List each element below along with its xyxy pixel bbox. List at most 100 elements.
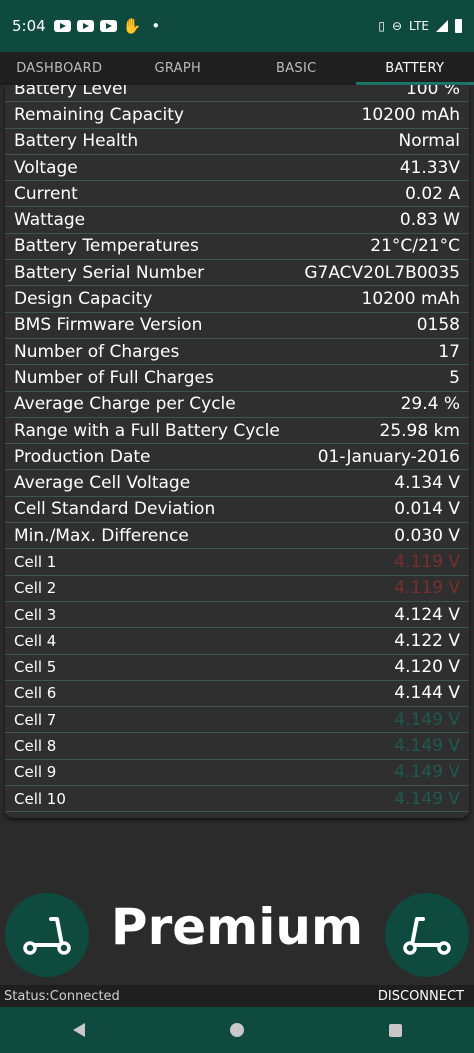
connection-status: Status:Connected [4,988,120,1004]
row-label: Number of Full Charges [14,367,214,388]
row-label: Number of Charges [14,341,180,362]
row-label: Range with a Full Battery Cycle [14,420,280,441]
row-label: Production Date [14,446,151,467]
row-battery-temperatures: Battery Temperatures 21°C/21°C [5,234,469,261]
row-voltage: Voltage 41.33V [5,155,469,182]
row-cell-2: Cell 2 4.119 V [5,576,469,602]
row-value: 4.149 V [394,788,460,809]
row-value: 10200 mAh [361,289,460,310]
row-label: Cell 10 [14,789,66,808]
tab-dashboard[interactable]: DASHBOARD [0,52,119,85]
row-value: 4.149 V [394,709,460,730]
row-design-capacity: Design Capacity 10200 mAh [5,286,469,313]
row-value: Normal [398,131,460,152]
row-avg-charge-per-cycle: Average Charge per Cycle 29.4 % [5,392,469,418]
row-label: Voltage [14,157,78,178]
premium-label[interactable]: Premium [95,898,379,956]
back-icon[interactable] [72,1023,85,1037]
row-serial-number: Battery Serial Number G7ACV20L7B0035 [5,260,469,287]
battery-info-list: Battery Level 100 % Remaining Capacity 102… [5,85,469,813]
row-cell-7: Cell 7 4.149 V [5,707,469,734]
row-label: Cell 8 [14,737,57,756]
row-value: 29.4 % [400,394,460,415]
home-icon[interactable] [229,1023,244,1037]
youtube-icon [99,20,117,32]
row-battery-health: Battery Health Normal [5,129,469,155]
recents-icon[interactable] [388,1023,402,1037]
row-value: 5 [449,367,460,388]
row-label: Cell 7 [14,710,57,729]
status-bar: 5:04 ✋ • ▯ ⊖ LTE [0,0,474,52]
row-cell-9: Cell 9 4.149 V [5,760,469,787]
row-value: 0.83 W [399,210,460,231]
row-value: 0.02 A [405,183,460,204]
row-label: Average Charge per Cycle [14,394,236,415]
row-avg-cell-voltage: Average Cell Voltage 4.134 V [5,470,469,497]
row-cell-8: Cell 8 4.149 V [5,733,469,760]
dot-icon: • [151,17,161,35]
clock: 5:04 [12,17,46,35]
row-cell-1: Cell 1 4.119 V [5,549,469,576]
row-value: 100 % [405,85,460,99]
tab-basic[interactable]: BASIC [237,52,356,85]
row-value: 4.149 V [394,762,460,783]
row-value: 4.119 V [394,551,460,572]
premium-area: Premium [0,880,474,985]
row-label: Battery Health [14,131,139,152]
row-label: Cell 3 [14,605,57,624]
scooter-button-left[interactable] [5,893,89,977]
row-label: Average Cell Voltage [14,473,191,494]
row-production-date: Production Date 01-January-2016 [5,444,469,471]
tab-graph[interactable]: GRAPH [119,52,238,85]
tab-bar: DASHBOARD GRAPH BASIC BATTERY [0,52,474,85]
row-label: Cell 5 [14,658,57,677]
row-number-of-charges: Number of Charges 17 [5,339,469,366]
row-label: Min./Max. Difference [14,525,189,546]
row-value: G7ACV20L7B0035 [304,262,460,283]
row-value: 01-January-2016 [317,446,460,467]
tab-battery[interactable]: BATTERY [355,52,474,85]
battery-info-card[interactable]: Battery Level 100 % Remaining Capacity 102… [5,85,469,818]
row-value: 4.122 V [394,630,460,651]
row-label: Cell 9 [14,763,57,782]
vibrate-icon: ▯ [378,19,385,33]
scooter-button-right[interactable] [385,893,469,977]
row-current: Current 0.02 A [5,181,469,208]
row-value: 17 [438,341,460,362]
row-label: BMS Firmware Version [14,315,203,336]
row-label: Battery Serial Number [14,262,205,283]
row-label: Design Capacity [14,289,153,310]
dnd-icon: ⊖ [391,19,403,33]
row-value: 21°C/21°C [370,236,460,257]
row-label: Cell 4 [14,631,57,650]
hand-icon: ✋ [122,17,142,35]
row-label: Wattage [14,210,86,231]
row-label: Remaining Capacity [14,104,184,125]
row-cell-4: Cell 4 4.122 V [5,628,469,655]
row-cell-6: Cell 6 4.144 V [5,681,469,708]
row-value: 0.014 V [394,499,460,520]
row-value: 0158 [416,315,460,336]
row-value: 4.119 V [394,578,460,599]
youtube-icon [76,20,94,32]
scooter-icon [403,917,451,955]
row-cell-std-deviation: Cell Standard Deviation 0.014 V [5,497,469,524]
youtube-icon [53,20,71,32]
row-label: Cell 6 [14,684,57,703]
row-value: 4.144 V [394,683,460,704]
row-value: 4.134 V [394,473,460,494]
row-label: Cell 2 [14,579,57,598]
row-full-charges: Number of Full Charges 5 [5,365,469,392]
row-wattage: Wattage 0.83 W [5,207,469,234]
row-cell-10: Cell 10 4.149 V [5,786,469,813]
connection-status-bar: Status:Connected DISCONNECT [0,985,474,1007]
disconnect-button[interactable]: DISCONNECT [378,989,464,1004]
row-min-max-difference: Min./Max. Difference 0.030 V [5,523,469,550]
row-value: 10200 mAh [361,104,460,125]
scooter-icon [23,917,71,955]
row-value: 0.030 V [394,525,460,546]
signal-icon [436,20,448,32]
row-value: 4.120 V [394,657,460,678]
row-label: Battery Temperatures [14,236,199,257]
network-label: LTE [409,19,429,33]
